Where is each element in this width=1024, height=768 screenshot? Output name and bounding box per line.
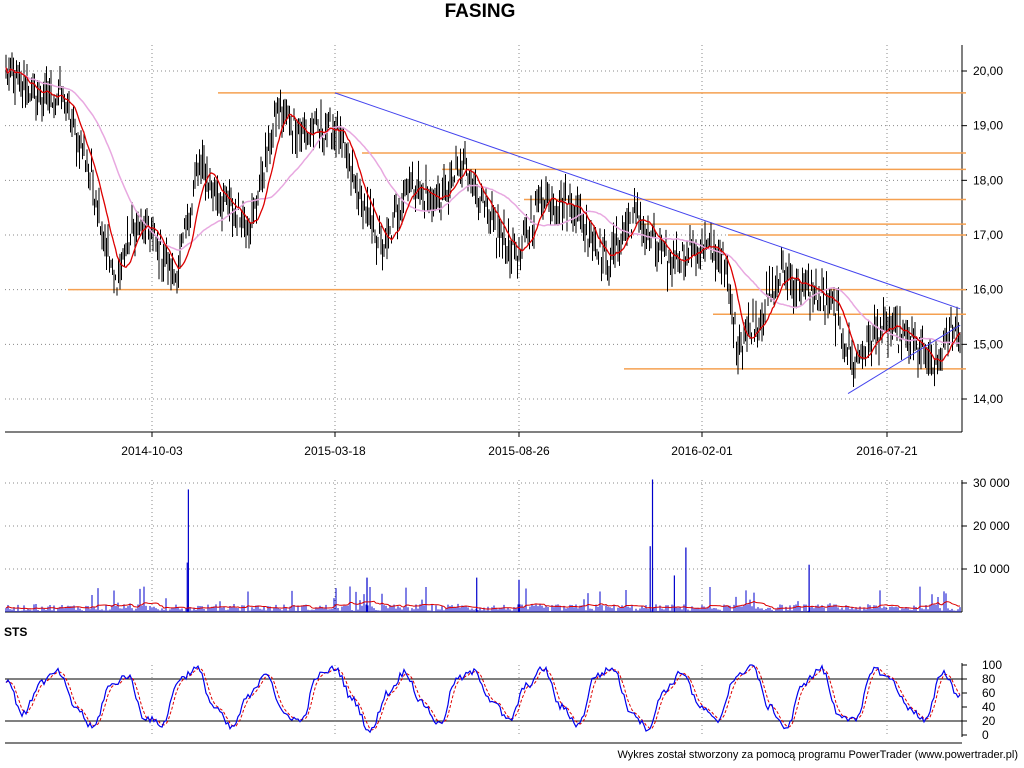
x-tick-label: 2016-02-01 xyxy=(671,444,733,458)
y-tick-label: 18,00 xyxy=(973,173,1003,187)
y-tick-label: 17,00 xyxy=(973,228,1003,242)
y-tick-label: 15,00 xyxy=(973,337,1003,351)
sts-panel: 020406080100 xyxy=(5,658,1002,744)
volume-moving-average xyxy=(5,600,961,610)
footer-credit: Wykres został stworzony za pomocą progra… xyxy=(617,749,1018,761)
y-tick-label: 14,00 xyxy=(973,392,1003,406)
sts-tick-label: 100 xyxy=(982,658,1002,672)
sts-tick-label: 20 xyxy=(982,714,996,728)
volume-tick-label: 20 000 xyxy=(973,519,1010,533)
volume-tick-label: 30 000 xyxy=(973,476,1010,490)
sts-tick-label: 80 xyxy=(982,672,996,686)
x-tick-label: 2014-10-03 xyxy=(121,444,183,458)
sts-tick-label: 0 xyxy=(982,728,989,742)
price-panel: 2014-10-03 2015-03-18 2015-08-26 2016-02-01… xyxy=(5,45,1003,458)
volume-bars xyxy=(5,479,961,612)
sts-tick-label: 40 xyxy=(982,700,996,714)
x-tick-label: 2015-08-26 xyxy=(488,444,550,458)
x-tick-label: 2016-07-21 xyxy=(856,444,918,458)
x-tick-label: 2015-03-18 xyxy=(304,444,366,458)
volume-panel: 10 000 20 000 30 000 xyxy=(5,476,1010,613)
y-tick-label: 19,00 xyxy=(973,119,1003,133)
y-tick-label: 20,00 xyxy=(973,64,1003,78)
sts-k-line xyxy=(5,664,961,734)
sts-tick-label: 60 xyxy=(982,686,996,700)
volume-tick-label: 10 000 xyxy=(973,562,1010,576)
chart-root: FASING 2014-10-03 2015-03-18 2015-08-26 201… xyxy=(0,0,1024,768)
y-tick-label: 16,00 xyxy=(973,283,1003,297)
